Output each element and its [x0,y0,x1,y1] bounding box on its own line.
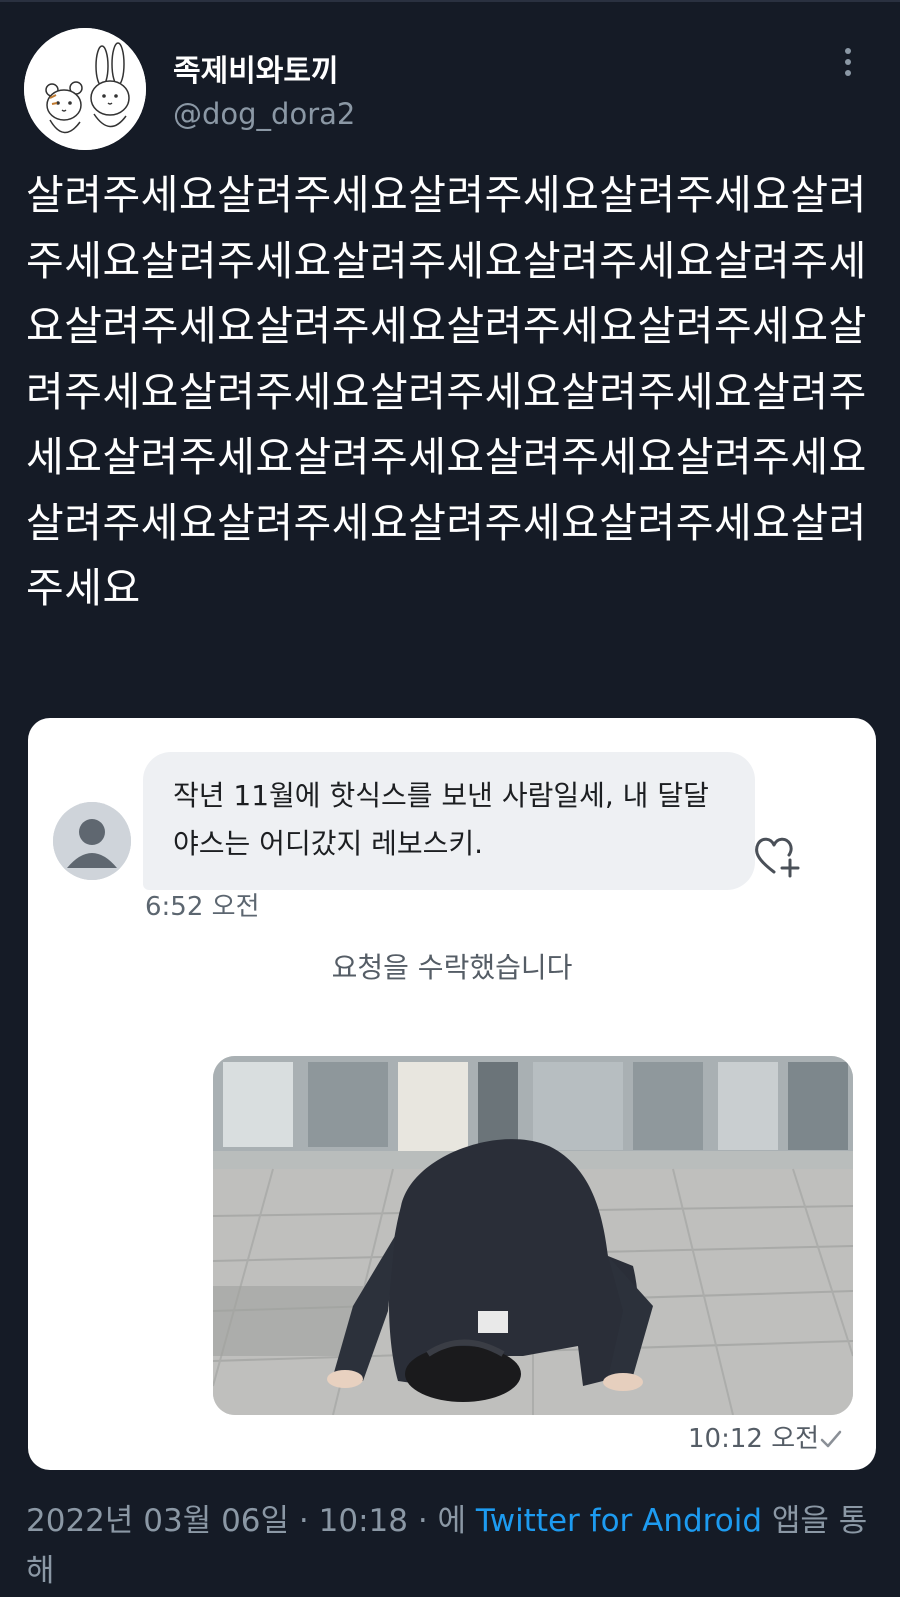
check-icon [820,1430,842,1448]
author-avatar[interactable] [24,28,146,150]
tweet-meta: 2022년 03월 06일 · 10:18 · 에 Twitter for An… [26,1496,876,1596]
author-display-name[interactable]: 족제비와토끼 [173,46,339,90]
via-prefix: 에 [437,1503,476,1539]
tweet-date[interactable]: 2022년 03월 06일 [26,1503,289,1539]
meta-separator-2: · [407,1503,438,1539]
received-message-time: 6:52 오전 [145,892,260,922]
sent-message-time: 10:12 오전 [688,1424,820,1454]
sender-avatar [53,802,131,880]
bear-and-bunny-avatar-icon [24,28,146,150]
source-link[interactable]: Twitter for Android [476,1503,762,1539]
tweet-text: 살려주세요살려주세요살려주세요살려주세요살려주세요살려주세요살려주세요살려주세요… [26,171,867,612]
meta-separator: · [289,1503,319,1539]
author-handle[interactable]: @dog_dora2 [173,97,355,131]
received-message-bubble: 작년 11월에 핫식스를 보낸 사람일세, 내 달달야스는 어디갔지 레보스키. [143,752,755,890]
heart-plus-icon [750,832,804,882]
top-divider [0,0,900,2]
bowing-person-photo [213,1056,853,1415]
system-message: 요청을 수락했습니다 [331,951,573,984]
tweet-time[interactable]: 10:18 [319,1503,408,1539]
more-vertical-icon[interactable] [838,48,858,88]
default-user-icon [53,802,131,880]
tweet-image[interactable]: 작년 11월에 핫식스를 보낸 사람일세, 내 달달야스는 어디갔지 레보스키.… [28,718,876,1470]
sent-photo [213,1056,853,1415]
